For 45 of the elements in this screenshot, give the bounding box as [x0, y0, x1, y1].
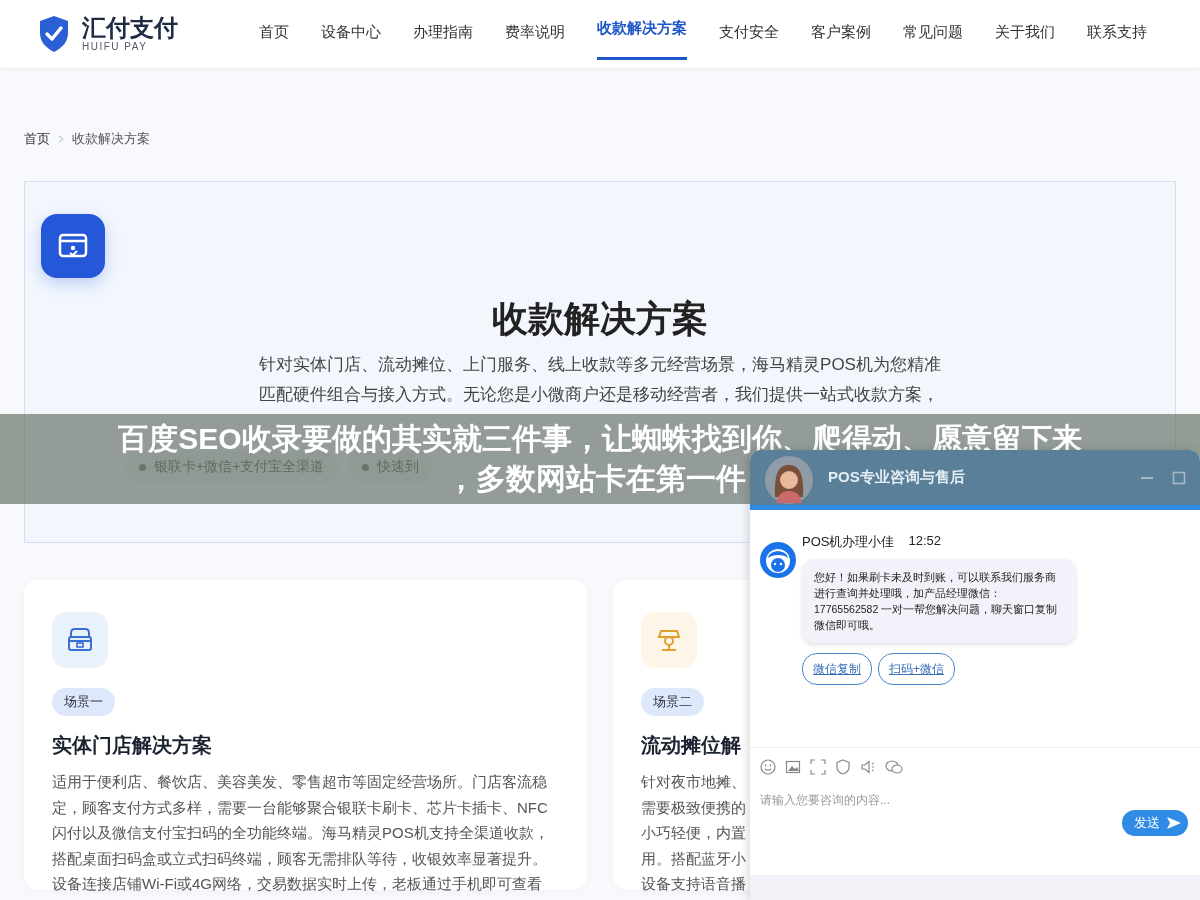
chevron-icon — [58, 135, 64, 143]
agent-avatar-icon — [760, 542, 796, 578]
nav-link[interactable]: 设备中心 — [321, 0, 381, 67]
card-description: 适用于便利店、餐饮店、美容美发、零售超市等固定经营场所。门店客流稳 定，顾客支付方式多样，需要一台能够聚合银联卡刷卡、芯片卡插卡、NFC 闪付以及微信支付宝扫码的全功能终端。海马精灵POS机支持全渠道收款， 搭配桌面扫码盒或立式扫码终端，顾客无需排队等待，收银效率显著提升。 设备连接店铺Wi-Fi或4G网络，交易数据实时上传，老板通过手机即可查看 — [52, 772, 549, 894]
shield-icon[interactable] — [835, 759, 851, 775]
send-icon — [1166, 816, 1182, 830]
card-description: 针对夜市地摊、 需要极致便携的 小巧轻便，内置 用。搭配蓝牙小 设备支持语音播 — [641, 772, 746, 894]
nav-link[interactable]: 关于我们 — [995, 0, 1055, 67]
nav-link[interactable]: 联系支持 — [1087, 0, 1147, 67]
maximize-icon[interactable] — [1172, 470, 1186, 485]
nav-link[interactable]: 客户案例 — [811, 0, 871, 67]
nav-link[interactable]: 费率说明 — [505, 0, 565, 67]
hero-title: 收款解决方案 — [492, 297, 708, 341]
banner-title: ，多数网站卡在第一件 — [446, 461, 746, 497]
nav-link[interactable]: 首页 — [259, 0, 289, 67]
scenario-tag: 场景一 — [52, 688, 115, 716]
fullscreen-icon[interactable] — [810, 759, 826, 775]
card-title: 实体门店解决方案 — [52, 733, 212, 758]
card-payment-icon — [41, 214, 105, 278]
send-button[interactable]: 发送 — [1122, 810, 1188, 836]
nav-link[interactable]: 支付安全 — [719, 0, 779, 67]
speaker-icon[interactable] — [860, 759, 876, 775]
agent-name: POS机办理小佳 — [802, 533, 895, 551]
card-title: 流动摊位解 — [641, 733, 741, 758]
hero-description: 针对实体门店、流动摊位、上门服务、线上收款等多元经营场景，海马精灵POS机为您精准 匹配硬件组合与接入方式。无论您是小微商户还是移动经营者，我们提供一站式收款方案， — [259, 354, 941, 406]
brand-name: 汇付支付 — [82, 15, 178, 41]
shield-check-icon — [38, 15, 70, 53]
brand-subtitle: HUIFU PAY — [82, 41, 149, 53]
avatar-icon — [764, 455, 814, 505]
breadcrumb-link[interactable]: 首页 — [24, 130, 50, 148]
quick-reply-link[interactable]: 微信复制 — [802, 653, 872, 685]
breadcrumb-link[interactable]: 收款解决方案 — [72, 130, 150, 148]
chat-title: POS专业咨询与售后 — [828, 468, 966, 487]
stand-icon — [641, 612, 697, 668]
register-icon — [52, 612, 108, 668]
wechat-icon[interactable] — [885, 759, 903, 775]
emoji-icon[interactable] — [760, 759, 776, 775]
scenario-tag: 场景二 — [641, 688, 704, 716]
nav-link[interactable]: 常见问题 — [903, 0, 963, 67]
image-icon[interactable] — [785, 759, 801, 775]
nav-link[interactable]: 办理指南 — [413, 0, 473, 67]
message-time: 12:52 — [908, 533, 941, 550]
message-bubble: 您好！如果刷卡未及时到账，可以联系我们服务商进行查询并处理哦，加产品经理微信：17765562582 一对一帮您解决问题，聊天窗口复制微信即可哦。 — [802, 559, 1076, 643]
nav-link[interactable]: 收款解决方案 — [597, 0, 687, 60]
quick-reply-link[interactable]: 扫码+微信 — [878, 653, 955, 685]
